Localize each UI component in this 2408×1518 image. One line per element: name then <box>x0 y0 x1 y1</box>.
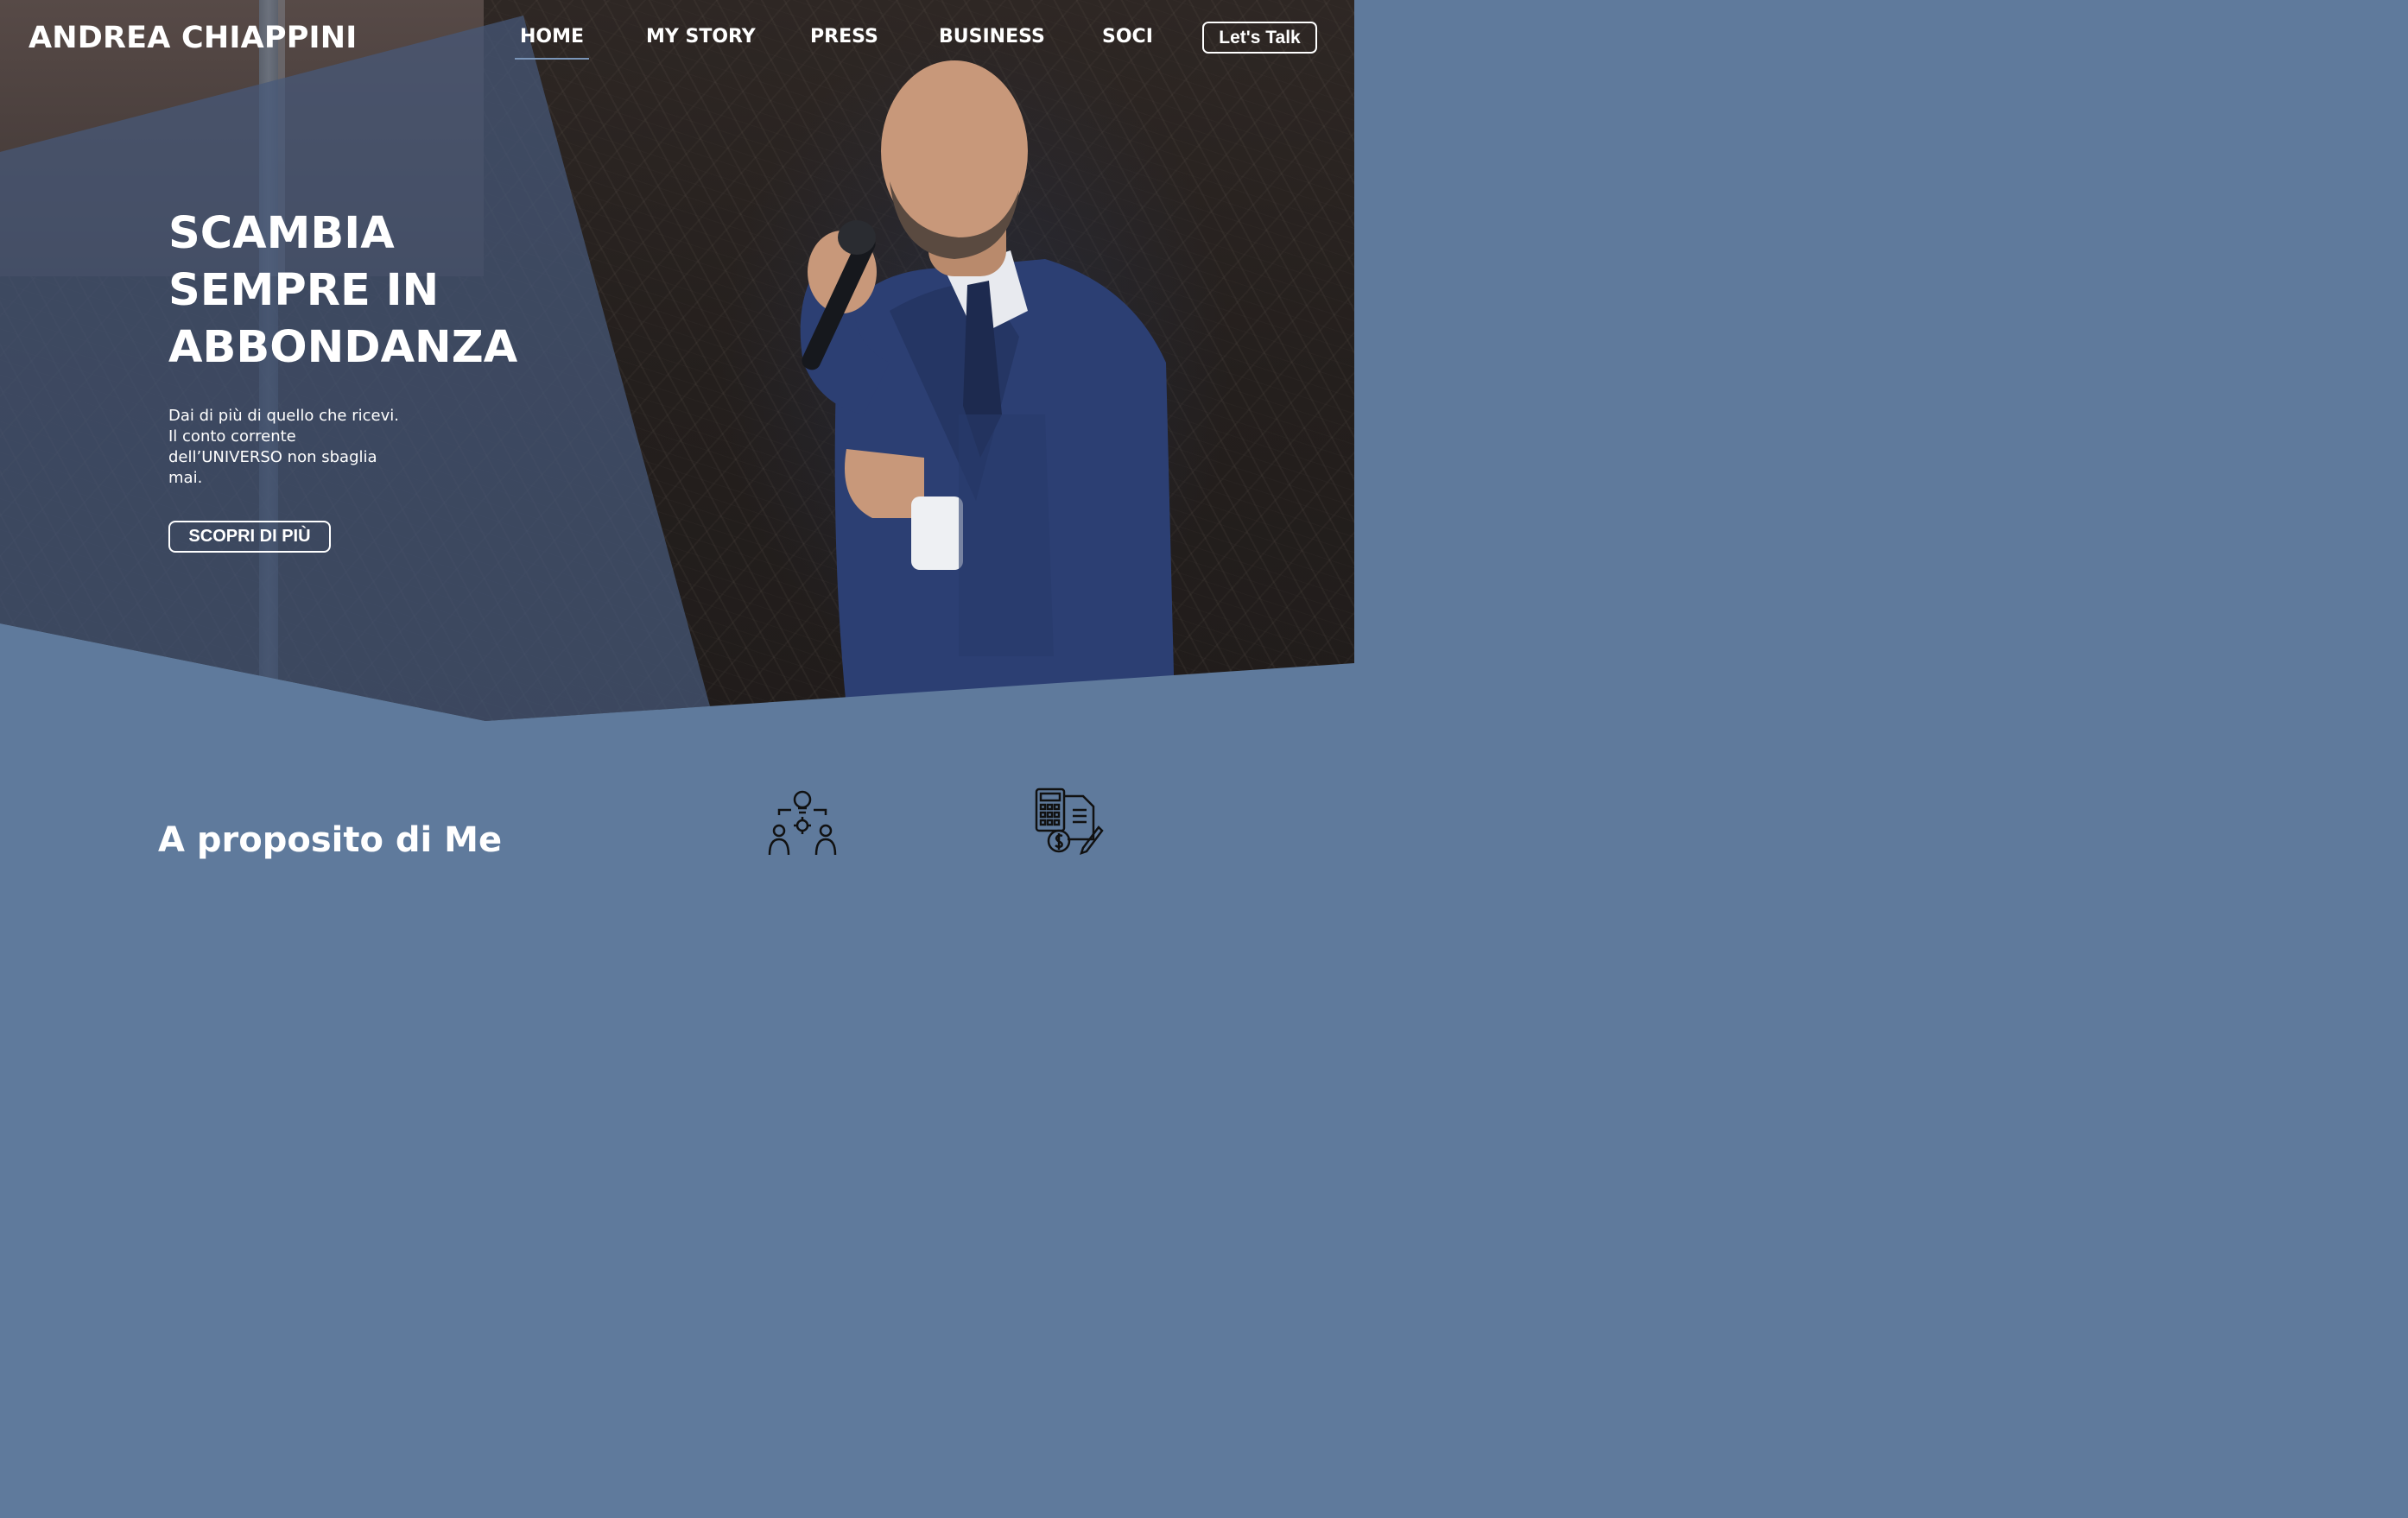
hero-headline-line: SCAMBIA <box>168 208 395 259</box>
nav-my-story[interactable]: MY STORY <box>646 26 756 47</box>
hero-subtext-line: Il conto corrente <box>168 427 296 446</box>
hero-subtext-line: mai. <box>168 469 203 487</box>
top-navigation: ANDREA CHIAPPINI HOME MY STORY PRESS BUS… <box>0 0 1354 78</box>
nav-business[interactable]: BUSINESS <box>939 26 1045 47</box>
hero-headline: SCAMBIA SEMPRE IN ABBONDANZA <box>168 206 583 376</box>
nav-press[interactable]: PRESS <box>810 26 878 47</box>
nav-home[interactable]: HOME <box>514 26 590 60</box>
nav-soci[interactable]: SOCI <box>1102 26 1153 47</box>
hero-headline-line: ABBONDANZA <box>168 322 518 373</box>
calculator-finance-icon <box>1035 787 1104 855</box>
hero-subtext-line: Dai di più di quello che ricevi. <box>168 407 399 425</box>
hero-headline-line: SEMPRE IN <box>168 265 440 316</box>
teamwork-idea-icon <box>768 790 837 855</box>
brand-logo[interactable]: ANDREA CHIAPPINI <box>29 21 358 55</box>
discover-more-button[interactable]: SCOPRI DI PIÙ <box>168 521 331 553</box>
lets-talk-button[interactable]: Let's Talk <box>1202 22 1317 54</box>
hero-subtext: Dai di più di quello che ricevi. Il cont… <box>168 406 428 489</box>
about-section-title: A proposito di Me <box>158 820 503 860</box>
hero-subtext-line: dell’UNIVERSO non sbaglia <box>168 448 377 466</box>
